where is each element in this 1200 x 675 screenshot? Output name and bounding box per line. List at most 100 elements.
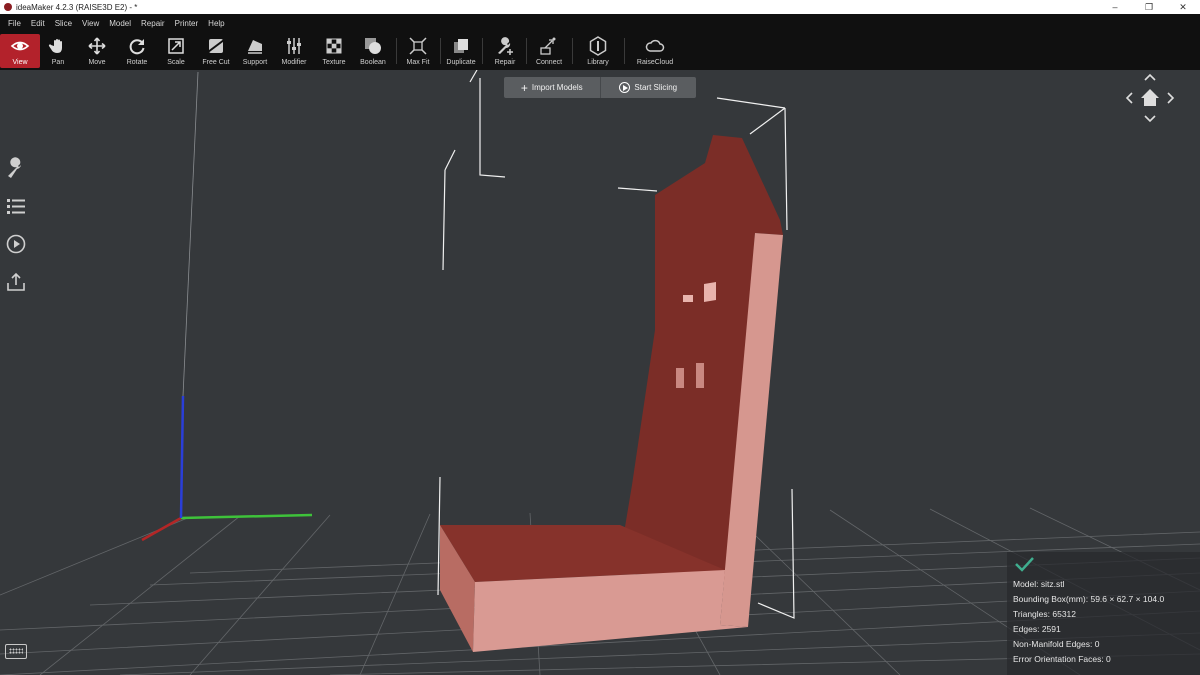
sidebar-preview-button[interactable] [4, 232, 28, 256]
tool-label: RaiseCloud [636, 59, 674, 66]
wrench-icon [8, 157, 21, 178]
cut-icon [207, 39, 225, 53]
close-button[interactable]: ✕ [1166, 0, 1200, 14]
tool-label: Connect [535, 59, 563, 66]
tool-boolean-button[interactable]: Boolean [353, 34, 393, 68]
chair-model [440, 135, 783, 652]
axis-indicator [141, 71, 313, 542]
tool-label: Pan [51, 59, 65, 66]
tool-raisecloud-button[interactable]: RaiseCloud [635, 34, 675, 68]
checker-icon [326, 38, 342, 54]
tool-maxfit-button[interactable]: Max Fit [398, 34, 438, 68]
model-name: Model: sitz.stl [1013, 579, 1065, 589]
start-slicing-label: Start Slicing [634, 83, 678, 92]
window-title: ideaMaker 4.2.3 (RAISE3D E2) - * [16, 2, 138, 12]
3d-viewport[interactable]: + Import Models Start Slicing Model: sit… [0, 70, 1200, 675]
nav-right-arrow-icon [1167, 92, 1175, 104]
sidebar-list-button[interactable] [4, 194, 28, 218]
list-icon [7, 199, 25, 214]
sidebar-export-button[interactable] [4, 270, 28, 294]
eye-icon [10, 41, 30, 51]
nav-up-arrow-icon [1144, 73, 1156, 81]
toolbar-divider [482, 38, 483, 64]
tool-rotate-button[interactable]: Rotate [117, 34, 157, 68]
window-controls: – ❐ ✕ [1098, 0, 1200, 14]
app-logo-icon [4, 3, 12, 11]
menu-repair[interactable]: Repair [136, 19, 170, 28]
tool-label: Boolean [360, 59, 386, 66]
maximize-button[interactable]: ❐ [1132, 0, 1166, 14]
start-slicing-button[interactable]: Start Slicing [599, 77, 697, 98]
model-edges: Edges: 2591 [1013, 624, 1061, 634]
toolbar-divider [526, 38, 527, 64]
tool-label: Library [587, 59, 609, 66]
cloud-icon [645, 39, 665, 52]
tool-label: Modifier [281, 59, 307, 66]
sliders-icon [287, 38, 301, 54]
import-models-button[interactable]: + Import Models [504, 77, 600, 98]
tool-label: Duplicate [446, 59, 476, 66]
action-bar: + Import Models Start Slicing [504, 77, 696, 98]
tool-duplicate-button[interactable]: Duplicate [441, 34, 481, 68]
support-icon [248, 40, 262, 54]
menu-model[interactable]: Model [104, 19, 136, 28]
export-icon [7, 272, 25, 291]
keyboard-shortcuts-icon[interactable] [5, 644, 27, 659]
tool-library-button[interactable]: Library [578, 34, 618, 68]
model-error-orientation-faces: Error Orientation Faces: 0 [1013, 654, 1111, 664]
rotate-icon [129, 39, 145, 55]
tool-label: View [12, 59, 28, 66]
duplicate-icon [454, 39, 468, 53]
tool-label: Repair [494, 59, 516, 66]
menu-help[interactable]: Help [203, 19, 229, 28]
menu-file[interactable]: File [3, 19, 26, 28]
check-icon [1015, 557, 1034, 572]
play-circle-icon [6, 234, 26, 254]
tool-repair-button[interactable]: Repair [485, 34, 525, 68]
nav-down-arrow-icon [1144, 115, 1156, 123]
move-arrows-icon [88, 37, 106, 55]
minimize-button[interactable]: – [1098, 0, 1132, 14]
main-toolbar: View Pan Move Rotate Scale Free Cut Supp… [0, 32, 1200, 70]
menu-bar: File Edit Slice View Model Repair Printe… [0, 14, 1200, 32]
tool-freecut-button[interactable]: Free Cut [196, 34, 236, 68]
hand-icon [48, 39, 62, 53]
home-icon [1141, 89, 1159, 106]
toolbar-divider [572, 38, 573, 64]
library-icon [589, 36, 607, 56]
menu-view[interactable]: View [77, 19, 104, 28]
toolbar-divider [624, 38, 625, 64]
tool-label: Texture [322, 59, 346, 66]
tool-texture-button[interactable]: Texture [314, 34, 354, 68]
plus-icon: + [520, 80, 528, 95]
tool-pan-button[interactable]: Pan [38, 34, 78, 68]
menu-slice[interactable]: Slice [50, 19, 77, 28]
model-triangles: Triangles: 65312 [1013, 609, 1077, 619]
window-titlebar: ideaMaker 4.2.3 (RAISE3D E2) - * – ❐ ✕ [0, 0, 1200, 14]
nav-left-arrow-icon [1125, 92, 1133, 104]
tool-modifier-button[interactable]: Modifier [274, 34, 314, 68]
tool-label: Max Fit [406, 59, 430, 66]
sidebar-settings-button[interactable] [4, 156, 28, 180]
model-non-manifold-edges: Non-Manifold Edges: 0 [1013, 639, 1100, 649]
tool-support-button[interactable]: Support [235, 34, 275, 68]
tool-label: Scale [167, 59, 185, 66]
left-sidebar [4, 156, 28, 308]
tool-label: Rotate [126, 59, 148, 66]
tool-label: Support [242, 59, 268, 66]
menu-edit[interactable]: Edit [26, 19, 50, 28]
tool-scale-button[interactable]: Scale [156, 34, 196, 68]
view-navigator[interactable] [1124, 72, 1176, 124]
toolbar-divider [396, 38, 397, 64]
tool-label: Free Cut [202, 59, 230, 66]
tool-move-button[interactable]: Move [77, 34, 117, 68]
scale-icon [168, 38, 184, 54]
tool-connect-button[interactable]: Connect [529, 34, 569, 68]
boolean-icon [365, 38, 381, 54]
play-icon [619, 82, 631, 93]
tool-view-button[interactable]: View [0, 34, 40, 68]
maxfit-icon [409, 37, 427, 55]
wrench-plus-icon [498, 37, 513, 55]
tool-label: Move [88, 59, 106, 66]
menu-printer[interactable]: Printer [170, 19, 204, 28]
